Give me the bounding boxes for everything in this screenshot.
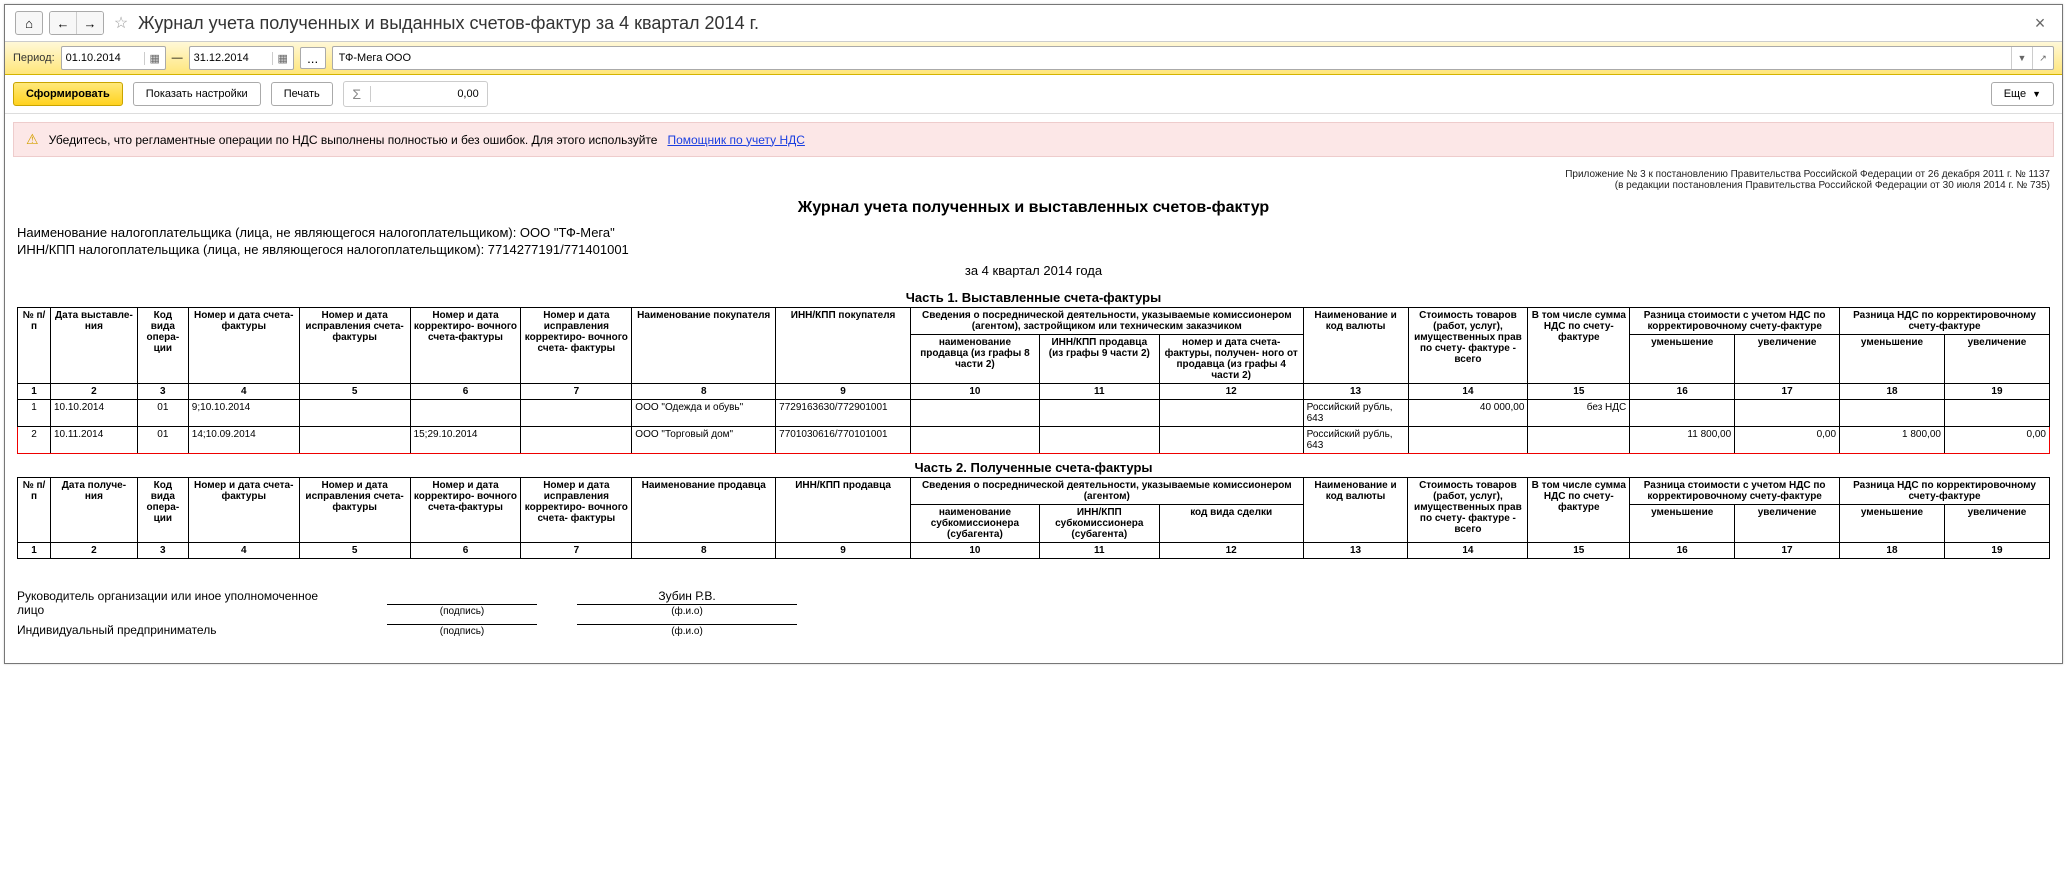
sigma-icon: Σ: [344, 86, 371, 102]
close-icon[interactable]: ×: [2028, 13, 2052, 34]
ip-label: Индивидуальный предприниматель: [17, 623, 347, 637]
calendar-icon[interactable]: ▦: [144, 52, 165, 65]
date-from[interactable]: ▦: [61, 46, 166, 70]
warning-icon: ⚠: [26, 131, 39, 148]
calendar-icon[interactable]: ▦: [272, 52, 293, 65]
home-icon[interactable]: ⌂: [15, 11, 43, 35]
titlebar: ⌂ ← → ☆ Журнал учета полученных и выданн…: [5, 5, 2062, 42]
org-field[interactable]: ▼ ↗: [332, 46, 2054, 70]
signatures: Руководитель организации или иное уполно…: [17, 589, 2050, 637]
ip-signature: (подпись): [387, 624, 537, 637]
alert-text: Убедитесь, что регламентные операции по …: [49, 133, 658, 147]
report-title: Журнал учета полученных и выставленных с…: [17, 199, 2050, 217]
head-label: Руководитель организации или иное уполно…: [17, 589, 347, 617]
head-fio: Зубин Р.В.(ф.и.о): [577, 604, 797, 617]
vat-helper-link[interactable]: Помощник по учету НДС: [667, 133, 804, 147]
head-signature: (подпись): [387, 604, 537, 617]
report-area: Приложение № 3 к постановлению Правитель…: [5, 165, 2062, 663]
sum-box: Σ 0,00: [343, 81, 488, 107]
show-settings-button[interactable]: Показать настройки: [133, 82, 261, 106]
org-input[interactable]: [333, 50, 2011, 66]
date-to[interactable]: ▦: [189, 46, 294, 70]
page-title: Журнал учета полученных и выданных счето…: [138, 13, 2022, 34]
part1-table: № п/пДата выставле- нияКод вида опера- ц…: [17, 307, 2050, 454]
appendix-line2: (в редакции постановления Правительства …: [17, 180, 2050, 191]
appendix-line1: Приложение № 3 к постановлению Правитель…: [17, 169, 2050, 180]
part1-title: Часть 1. Выставленные счета-фактуры: [17, 290, 2050, 305]
part2-table: № п/пДата получе- нияКод вида опера- ции…: [17, 477, 2050, 559]
more-button[interactable]: Еще▼: [1991, 82, 2054, 106]
date-from-input[interactable]: [62, 50, 144, 66]
toolbar: Сформировать Показать настройки Печать Σ…: [5, 75, 2062, 114]
popout-icon[interactable]: ↗: [2032, 47, 2053, 69]
report-period: за 4 квартал 2014 года: [17, 263, 2050, 278]
part2-title: Часть 2. Полученные счета-фактуры: [17, 460, 2050, 475]
ip-fio: (ф.и.о): [577, 624, 797, 637]
table-row[interactable]: 110.10.2014019;10.10.2014ООО "Одежда и о…: [18, 400, 2050, 427]
vat-alert: ⚠ Убедитесь, что регламентные операции п…: [13, 122, 2054, 157]
sum-value: 0,00: [371, 88, 487, 100]
period-bar: Период: ▦ — ▦ ... ▼ ↗: [5, 42, 2062, 75]
generate-button[interactable]: Сформировать: [13, 82, 123, 106]
back-icon[interactable]: ←: [50, 12, 77, 34]
period-select-button[interactable]: ...: [300, 47, 326, 69]
payer-name: Наименование налогоплательщика (лица, не…: [17, 225, 2050, 240]
print-button[interactable]: Печать: [271, 82, 333, 106]
period-label: Период:: [13, 52, 55, 64]
payer-inn: ИНН/КПП налогоплательщика (лица, не явля…: [17, 242, 2050, 257]
forward-icon[interactable]: →: [77, 12, 103, 34]
chevron-down-icon: ▼: [2032, 89, 2041, 99]
dropdown-icon[interactable]: ▼: [2011, 47, 2032, 69]
table-row[interactable]: 210.11.20140114;10.09.201415;29.10.2014О…: [18, 427, 2050, 454]
period-sep: —: [172, 52, 183, 64]
date-to-input[interactable]: [190, 50, 272, 66]
favorite-icon[interactable]: ☆: [110, 12, 132, 34]
